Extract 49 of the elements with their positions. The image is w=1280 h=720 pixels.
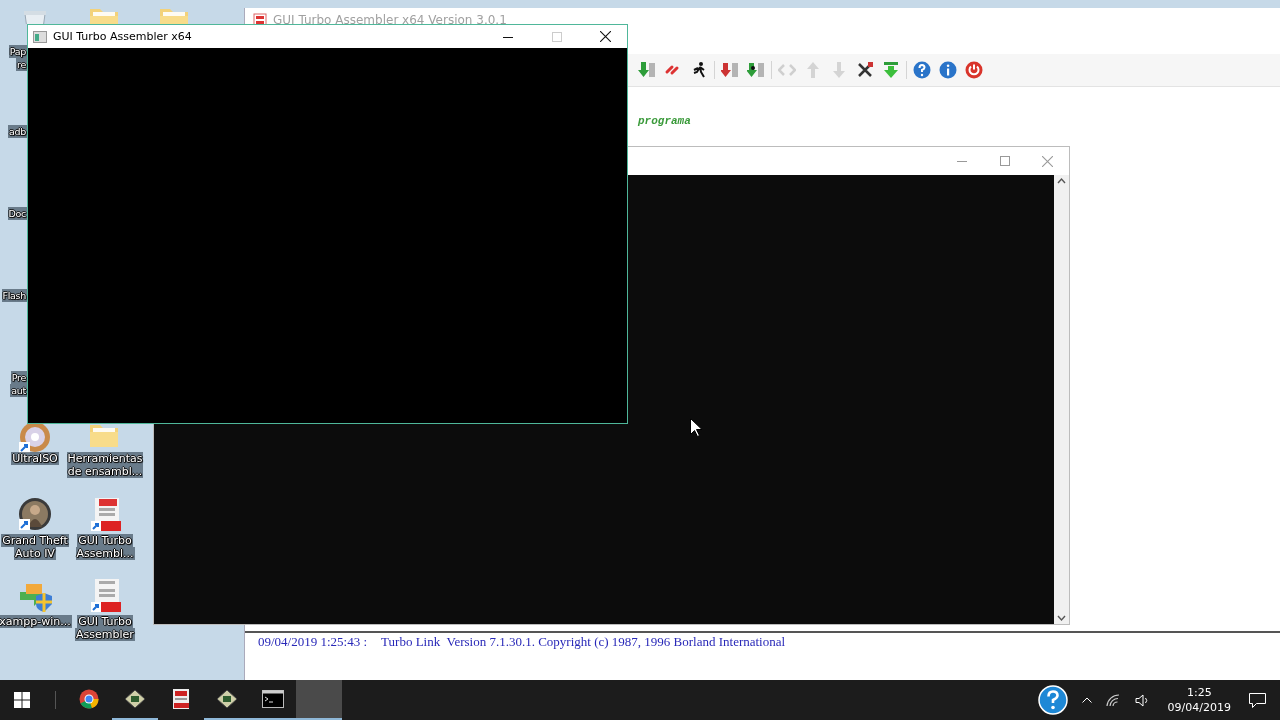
power-icon[interactable]	[963, 61, 985, 79]
terminal-icon	[262, 690, 284, 708]
code-text: programa	[638, 115, 691, 127]
wifi-icon[interactable]	[1105, 693, 1121, 707]
runner-download-icon[interactable]	[745, 61, 767, 79]
browser-icon	[79, 689, 99, 709]
volume-icon[interactable]	[1134, 693, 1150, 707]
scrollbar[interactable]	[1054, 175, 1069, 624]
icon-label: Pap	[8, 45, 27, 58]
window-title: GUI Turbo Assembler x64 Version 3.0.1	[273, 13, 507, 27]
download-binary-icon[interactable]	[719, 61, 741, 79]
clock-date[interactable]: 09/04/2019	[1167, 700, 1231, 715]
icon-label: re	[16, 58, 27, 71]
notification-icon[interactable]	[1249, 692, 1266, 708]
icon-label: adb	[8, 125, 27, 138]
windows-logo-icon[interactable]	[14, 692, 30, 708]
icon-label: Doc	[7, 207, 27, 220]
output-message: Turbo Link Version 7.1.30.1. Copyright (c) 1987, 1996 Borland International	[381, 634, 786, 650]
folder-icon[interactable]	[89, 422, 119, 448]
mouse-pointer-icon	[690, 418, 702, 437]
icon-label: de ensambl...	[66, 465, 144, 478]
assembler-icon[interactable]	[89, 497, 123, 533]
icon-label: aut	[10, 384, 27, 397]
icon-label: UltraISO	[11, 452, 59, 465]
icon-label: GUI Turbo	[77, 615, 133, 628]
icon-label: Pre	[10, 371, 27, 384]
icon-label: Flash	[1, 289, 27, 302]
download-icon[interactable]	[636, 61, 658, 79]
icon-label: Assembler	[75, 628, 135, 641]
maximize-icon[interactable]	[999, 156, 1010, 166]
assembler-icon[interactable]	[89, 578, 123, 614]
assembler-icon	[171, 688, 191, 710]
icon-label: xampp-win...	[0, 615, 72, 628]
icon-label: Herramientas	[66, 452, 144, 465]
caret-up-icon[interactable]	[1081, 697, 1092, 703]
clock-time[interactable]: 1:25	[1186, 685, 1212, 700]
close-icon[interactable]	[600, 31, 611, 42]
help-icon[interactable]	[1037, 685, 1068, 715]
icon-label: Grand Theft	[1, 534, 69, 547]
timestamp: 09/04/2019 1:25:43 :	[258, 634, 368, 650]
info-icon[interactable]	[937, 61, 959, 79]
game-icon[interactable]	[18, 497, 52, 531]
icon-label: Auto IV	[14, 547, 56, 560]
box-icon	[124, 689, 146, 709]
app-icon	[33, 30, 47, 43]
icon-label: GUI Turbo	[77, 534, 133, 547]
icon-label: Assembl...	[75, 547, 135, 560]
box-icon	[216, 689, 238, 709]
window-title: GUI Turbo Assembler x64	[53, 30, 192, 43]
